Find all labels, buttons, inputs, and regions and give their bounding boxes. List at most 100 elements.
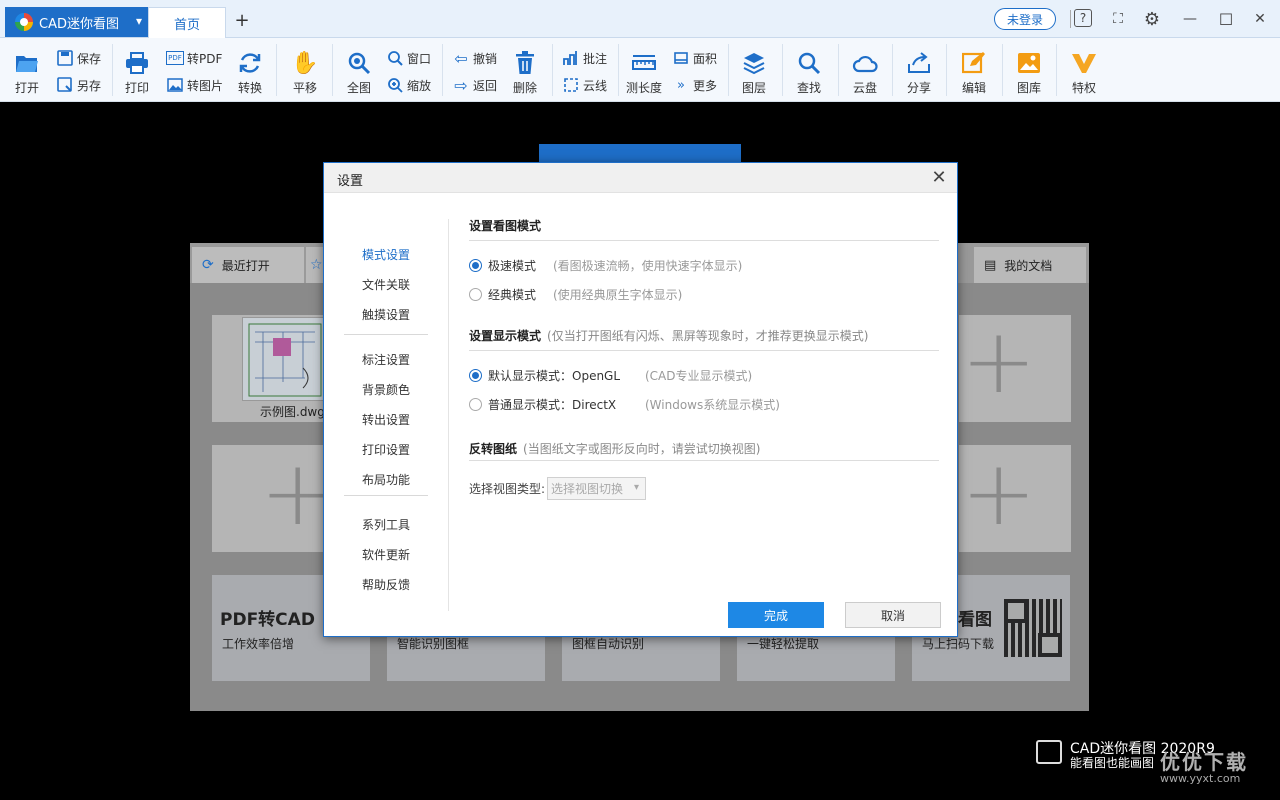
area-icon — [672, 49, 690, 67]
tab-recent[interactable]: ⟳ 最近打开 — [192, 247, 304, 283]
privilege-label: 特权 — [1071, 81, 1096, 95]
back-button[interactable]: ⇨ 返回 — [452, 75, 497, 95]
brand-tagline: 能看图也能画图 — [1070, 756, 1155, 770]
open-label: 打开 — [14, 81, 39, 95]
layers-button[interactable]: 图层 — [741, 50, 767, 96]
more-button[interactable]: » 更多 — [672, 75, 717, 95]
pan-button[interactable]: ✋ 平移 — [291, 50, 318, 96]
radio-classic-mode[interactable]: 经典模式 (使用经典原生字体显示) — [469, 286, 682, 303]
nav-file-association[interactable]: 文件关联 — [362, 276, 410, 293]
full-view-label: 全图 — [346, 81, 371, 95]
window-zoom-button[interactable]: 窗口 — [386, 48, 431, 68]
radio-directx-label: 普通显示模式：DirectX — [488, 398, 617, 412]
radio-unselected-icon — [469, 398, 482, 411]
undo-button[interactable]: ⇦ 撤销 — [452, 48, 497, 68]
edit-button[interactable]: 编辑 — [961, 50, 987, 96]
section-divider — [469, 350, 939, 351]
share-icon — [906, 50, 932, 76]
gear-icon[interactable]: ⚙ — [1142, 9, 1162, 30]
tab-home[interactable]: 首页 — [148, 7, 226, 38]
refresh-icon — [237, 50, 263, 76]
pdf-icon: PDF — [166, 51, 184, 65]
login-button[interactable]: 未登录 — [994, 8, 1056, 30]
maximize-icon[interactable]: ☐ — [1216, 9, 1236, 29]
nav-dimension-settings[interactable]: 标注设置 — [362, 351, 410, 368]
empty-slot-tile[interactable]: + — [959, 315, 1071, 422]
cloud-line-button[interactable]: 云线 — [562, 75, 607, 95]
toolbar-divider — [782, 44, 783, 96]
nav-layout-function[interactable]: 布局功能 — [362, 471, 410, 488]
toolbar-divider — [552, 44, 553, 96]
tab-my-docs-label: 我的文档 — [1004, 258, 1053, 273]
radio-directx[interactable]: 普通显示模式：DirectX (Windows系统显示模式) — [469, 396, 780, 413]
star-icon: ☆ — [310, 257, 323, 273]
view-type-value: 选择视图切换 — [551, 482, 624, 496]
tab-my-docs[interactable]: ▤ 我的文档 — [974, 247, 1086, 283]
recent-file-name: 示例图.dwg — [260, 405, 325, 419]
convert-button[interactable]: 转换 — [237, 50, 263, 96]
view-type-select[interactable]: 选择视图切换 ▾ — [547, 477, 647, 500]
more-icon: » — [677, 77, 685, 93]
nav-print-settings[interactable]: 打印设置 — [362, 441, 410, 458]
undo-label: 撤销 — [473, 51, 498, 66]
toolbar-divider — [892, 44, 893, 96]
area-button[interactable]: 面积 — [672, 48, 717, 68]
search-icon — [796, 50, 822, 76]
banner-subtitle: 智能识别图框 — [397, 637, 470, 651]
delete-button[interactable]: 删除 — [512, 50, 538, 96]
zoom-button[interactable]: 缩放 — [386, 75, 431, 95]
edit-label: 编辑 — [961, 81, 986, 95]
share-button[interactable]: 分享 — [906, 50, 932, 96]
nav-help-feedback[interactable]: 帮助反馈 — [362, 576, 410, 593]
dialog-title: 设置 — [337, 174, 364, 189]
full-view-button[interactable]: 全图 — [346, 50, 372, 96]
library-button[interactable]: 图库 — [1016, 50, 1042, 96]
empty-slot-tile[interactable]: + — [959, 445, 1071, 552]
window-label: 窗口 — [407, 51, 432, 66]
to-pdf-button[interactable]: PDF 转PDF — [166, 48, 222, 68]
find-button[interactable]: 查找 — [796, 50, 822, 96]
new-tab-button[interactable]: + — [232, 10, 252, 31]
fullscreen-icon[interactable]: ⛶ — [1108, 9, 1128, 29]
save-label: 保存 — [77, 51, 102, 66]
cloud-disk-label: 云盘 — [852, 81, 877, 95]
nav-touch-settings[interactable]: 触摸设置 — [362, 306, 410, 323]
nav-software-update[interactable]: 软件更新 — [362, 546, 410, 563]
chevron-down-icon[interactable]: ▾ — [136, 14, 142, 28]
drawing-thumbnail — [242, 317, 326, 401]
radio-opengl[interactable]: 默认显示模式：OpenGL (CAD专业显示模式) — [469, 367, 752, 384]
find-label: 查找 — [796, 81, 821, 95]
measure-length-button[interactable]: 测长度 — [626, 50, 662, 96]
minimize-icon[interactable]: — — [1180, 9, 1200, 29]
banner-subtitle: 一键轻松提取 — [747, 637, 820, 651]
zoom-window-icon — [386, 49, 404, 67]
title-divider — [1070, 10, 1071, 28]
save-as-button[interactable]: 另存 — [56, 75, 101, 95]
help-icon[interactable]: ? — [1074, 9, 1092, 27]
tab-recent-label: 最近打开 — [221, 258, 270, 273]
nav-mode-settings[interactable]: 模式设置 — [362, 246, 410, 263]
nav-divider — [344, 495, 428, 496]
radio-fast-mode[interactable]: 极速模式 (看图极速流畅，使用快速字体显示) — [469, 257, 742, 274]
privilege-button[interactable]: 特权 — [1071, 50, 1097, 96]
nav-divider — [344, 334, 428, 335]
share-label: 分享 — [906, 81, 931, 95]
view-type-row: 选择视图类型: 选择视图切换 ▾ — [469, 477, 647, 500]
save-button[interactable]: 保存 — [56, 48, 101, 68]
close-icon[interactable]: ✕ — [929, 167, 949, 188]
toolbar-divider — [1056, 44, 1057, 96]
app-menu-tab[interactable]: CAD迷你看图 ▾ — [5, 7, 148, 37]
to-image-button[interactable]: 转图片 — [166, 75, 223, 95]
close-icon[interactable]: ✕ — [1250, 9, 1270, 29]
banner-subtitle: 图框自动识别 — [572, 637, 645, 651]
print-button[interactable]: 打印 — [124, 50, 150, 96]
cloud-disk-button[interactable]: 云盘 — [852, 50, 878, 96]
cancel-button[interactable]: 取消 — [845, 602, 941, 628]
open-button[interactable]: 打开 — [14, 50, 40, 96]
ok-button[interactable]: 完成 — [728, 602, 824, 628]
nav-background-color[interactable]: 背景颜色 — [362, 381, 410, 398]
nav-export-settings[interactable]: 转出设置 — [362, 411, 410, 428]
nav-series-tools[interactable]: 系列工具 — [362, 516, 410, 533]
toolbar-divider — [442, 44, 443, 96]
annotate-button[interactable]: 批注 — [562, 48, 607, 68]
